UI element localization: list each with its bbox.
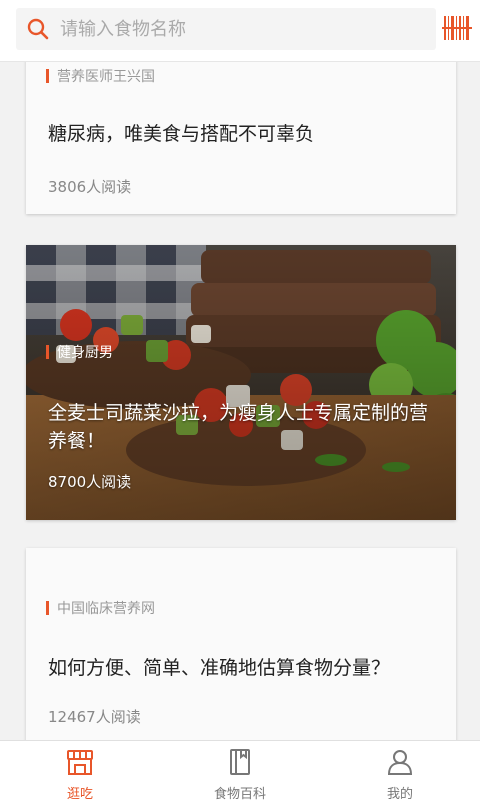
- user-icon: [387, 750, 413, 775]
- article-source: 营养医师王兴国: [46, 66, 155, 86]
- article-source-label: 营养医师王兴国: [57, 69, 155, 85]
- article-title[interactable]: 如何方便、简单、准确地估算食物分量？: [48, 654, 434, 682]
- book-icon: [230, 749, 250, 775]
- search-input[interactable]: [60, 8, 420, 50]
- nav-item-food-encyclopedia[interactable]: 食物百科: [160, 741, 320, 800]
- article-read-count: 3806人阅读: [48, 178, 132, 196]
- top-bar: [0, 0, 480, 62]
- search-icon: [27, 18, 49, 40]
- source-marker: [46, 345, 49, 359]
- article-title[interactable]: 全麦士司蔬菜沙拉，为瘦身人士专属定制的营养餐！: [48, 399, 434, 455]
- article-read-count: 8700人阅读: [48, 473, 132, 491]
- nav-label-food-encyclopedia: 食物百科: [213, 787, 266, 800]
- bottom-nav: 逛吃 食物百科 我的: [0, 740, 480, 800]
- article-title[interactable]: 糖尿病，唯美食与搭配不可辜负: [48, 120, 434, 148]
- article-card[interactable]: 中国临床营养网 如何方便、简单、准确地估算食物分量？ 12467人阅读: [26, 548, 456, 740]
- barcode-scan-icon[interactable]: [442, 15, 472, 41]
- search-box[interactable]: [16, 8, 436, 50]
- store-icon: [67, 750, 93, 775]
- article-card-featured[interactable]: 健身厨男 全麦士司蔬菜沙拉，为瘦身人士专属定制的营养餐！ 8700人阅读: [26, 245, 456, 520]
- article-source-label: 中国临床营养网: [57, 601, 155, 617]
- article-read-count: 12467人阅读: [48, 708, 141, 726]
- article-feed[interactable]: 营养医师王兴国 糖尿病，唯美食与搭配不可辜负 3806人阅读 健身厨男 全麦士司…: [0, 62, 480, 740]
- nav-label-profile: 我的: [386, 787, 413, 800]
- source-marker: [46, 601, 49, 615]
- nav-item-profile[interactable]: 我的: [320, 741, 480, 800]
- nav-item-explore[interactable]: 逛吃: [0, 741, 160, 800]
- article-card[interactable]: 营养医师王兴国 糖尿病，唯美食与搭配不可辜负 3806人阅读: [26, 62, 456, 214]
- article-source: 健身厨男: [46, 342, 113, 362]
- article-source: 中国临床营养网: [46, 598, 155, 618]
- nav-label-explore: 逛吃: [66, 787, 93, 800]
- article-source-label: 健身厨男: [57, 345, 113, 361]
- source-marker: [46, 69, 49, 83]
